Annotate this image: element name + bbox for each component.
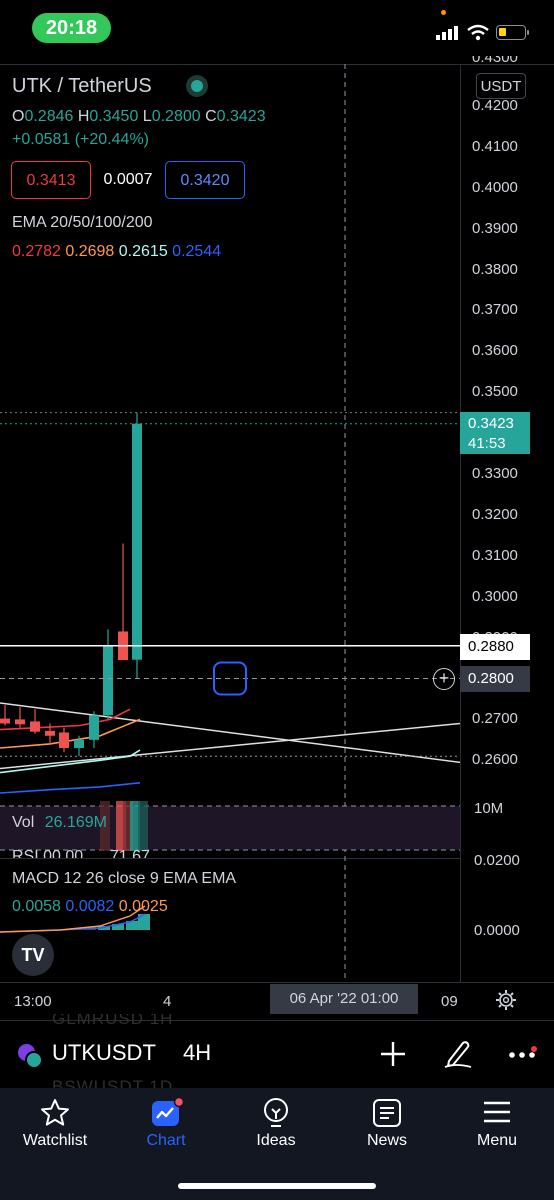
ema-20-value: 0.2782 bbox=[12, 243, 61, 260]
sell-button[interactable]: 0.3413 bbox=[11, 161, 91, 199]
candle-body bbox=[132, 423, 142, 660]
ema-50-value: 0.2698 bbox=[65, 243, 115, 260]
chart-icon bbox=[152, 1098, 185, 1126]
ema-values: 0.2782 0.2698 0.2615 0.2544 bbox=[12, 243, 221, 261]
price-axis-tick: 0.3700 bbox=[472, 301, 518, 319]
symbol-logo-icon bbox=[16, 1042, 43, 1069]
price-axis-tick: 0.4000 bbox=[472, 178, 518, 196]
price-axis-tick: 0.2700 bbox=[472, 710, 518, 728]
drawing-tools-icon[interactable] bbox=[442, 1037, 474, 1069]
macd-histogram-value: 0.0025 bbox=[118, 898, 168, 915]
status-time: 20:18 bbox=[32, 13, 111, 43]
tab-menu[interactable]: Menu bbox=[447, 1088, 547, 1158]
macd-line-value: 0.0058 bbox=[12, 898, 61, 915]
price-axis-tick: 0.3600 bbox=[472, 342, 518, 360]
time-axis-divider bbox=[0, 982, 554, 983]
ema-indicator-label[interactable]: EMA 20/50/100/200 bbox=[12, 214, 153, 232]
candle-body bbox=[103, 645, 113, 716]
candle-body bbox=[59, 732, 69, 749]
price-axis-tick: 0.4300 bbox=[472, 56, 522, 64]
menu-icon bbox=[484, 1101, 510, 1123]
tab-ideas[interactable]: Ideas bbox=[226, 1088, 326, 1158]
tab-watchlist-label: Watchlist bbox=[22, 1132, 88, 1149]
add-alert-icon[interactable]: + bbox=[433, 668, 455, 690]
time-label-3: 09 bbox=[441, 993, 458, 1010]
candle-body bbox=[74, 739, 84, 749]
rsi-legend-partial: RSI 00.00 .... 71.67 bbox=[12, 848, 150, 858]
buy-button[interactable]: 0.3420 bbox=[165, 161, 245, 199]
interval-selector[interactable]: 4H bbox=[183, 1040, 211, 1066]
time-label-1: 13:00 bbox=[14, 993, 52, 1010]
privacy-indicator-dot bbox=[441, 10, 446, 15]
news-icon bbox=[373, 1099, 401, 1127]
candle-body bbox=[45, 730, 55, 736]
star-icon bbox=[41, 1099, 69, 1126]
price-change: +0.0581 (+20.44%) bbox=[12, 131, 149, 148]
home-indicator bbox=[178, 1183, 376, 1189]
price-axis-tick: 0.3100 bbox=[472, 546, 518, 564]
price-line-tag: 0.2880 bbox=[460, 634, 530, 660]
tab-chart-label: Chart bbox=[146, 1132, 186, 1149]
volume-label: Vol bbox=[12, 814, 35, 831]
volume-bar bbox=[138, 801, 148, 851]
cellular-signal-icon bbox=[436, 26, 458, 40]
candle-body bbox=[30, 721, 40, 732]
volume-legend[interactable]: Vol 26.169M bbox=[12, 814, 107, 832]
tab-news-label: News bbox=[366, 1132, 407, 1149]
price-axis-tick: 0.3900 bbox=[472, 219, 518, 237]
last-price-tag: 0.3423 41:53 bbox=[460, 412, 530, 454]
ohlc-values: O0.2846 H0.3450 L0.2800 C0.3423 bbox=[12, 108, 266, 125]
macd-indicator-label[interactable]: MACD 12 26 close 9 EMA EMA bbox=[12, 870, 236, 888]
tab-chart[interactable]: Chart bbox=[116, 1088, 216, 1158]
price-axis-divider bbox=[460, 64, 461, 982]
crosshair-time-label: 06 Apr '22 01:00 bbox=[270, 984, 418, 1014]
wifi-icon bbox=[467, 24, 489, 41]
price-axis-tick: 0.3800 bbox=[472, 260, 518, 278]
price-axis-tick: 0.3300 bbox=[472, 465, 518, 482]
macd-axis-tick-2: 0.0000 bbox=[474, 922, 520, 939]
candle-body bbox=[89, 715, 99, 740]
tab-menu-label: Menu bbox=[476, 1132, 518, 1149]
candle-countdown: 41:53 bbox=[468, 435, 506, 452]
price-axis-tick: 0.3500 bbox=[472, 383, 518, 401]
last-price-value: 0.3423 bbox=[468, 415, 514, 432]
price-chart[interactable] bbox=[0, 64, 460, 982]
ema-line-3 bbox=[0, 782, 141, 794]
ema-100-value: 0.2615 bbox=[118, 243, 168, 260]
battery-icon bbox=[496, 25, 529, 40]
price-axis-tick: 0.2600 bbox=[472, 751, 518, 769]
add-indicator-icon[interactable] bbox=[380, 1041, 406, 1067]
candle-body bbox=[15, 719, 25, 725]
settings-gear-icon[interactable] bbox=[495, 989, 517, 1011]
macd-axis-tick-1: 0.0200 bbox=[474, 852, 520, 869]
lightbulb-icon bbox=[264, 1098, 288, 1127]
pair-title[interactable]: UTK / TetherUS bbox=[12, 75, 152, 98]
price-axis-tick: 0.4100 bbox=[472, 137, 518, 155]
tab-news[interactable]: News bbox=[337, 1088, 437, 1158]
volume-axis-tick: 10M bbox=[474, 800, 504, 817]
price-axis-tick: 0.3000 bbox=[472, 587, 518, 605]
tab-watchlist[interactable]: Watchlist bbox=[5, 1088, 105, 1158]
tab-ideas-label: Ideas bbox=[256, 1132, 296, 1149]
candle-body bbox=[0, 718, 10, 724]
crosshair-price-tag: 0.2800 bbox=[460, 666, 530, 692]
price-axis-tick: 0.3200 bbox=[472, 505, 518, 523]
more-options-icon[interactable] bbox=[508, 1046, 538, 1062]
spread-value: 0.0007 bbox=[103, 171, 153, 188]
symbol-name[interactable]: UTKUSDT bbox=[52, 1040, 156, 1066]
macd-values: 0.0058 0.0082 0.0025 bbox=[12, 898, 168, 916]
ema-200-value: 0.2544 bbox=[172, 243, 222, 260]
tradingview-logo[interactable]: TV bbox=[12, 934, 54, 976]
market-open-indicator bbox=[186, 75, 208, 97]
currency-selector[interactable]: USDT bbox=[476, 73, 526, 99]
macd-signal-value: 0.0082 bbox=[65, 898, 115, 915]
ghost-symbol-above: GLMRUSD 1H bbox=[52, 1014, 174, 1028]
time-label-2: 4 bbox=[163, 993, 172, 1010]
volume-value: 26.169M bbox=[44, 814, 107, 831]
